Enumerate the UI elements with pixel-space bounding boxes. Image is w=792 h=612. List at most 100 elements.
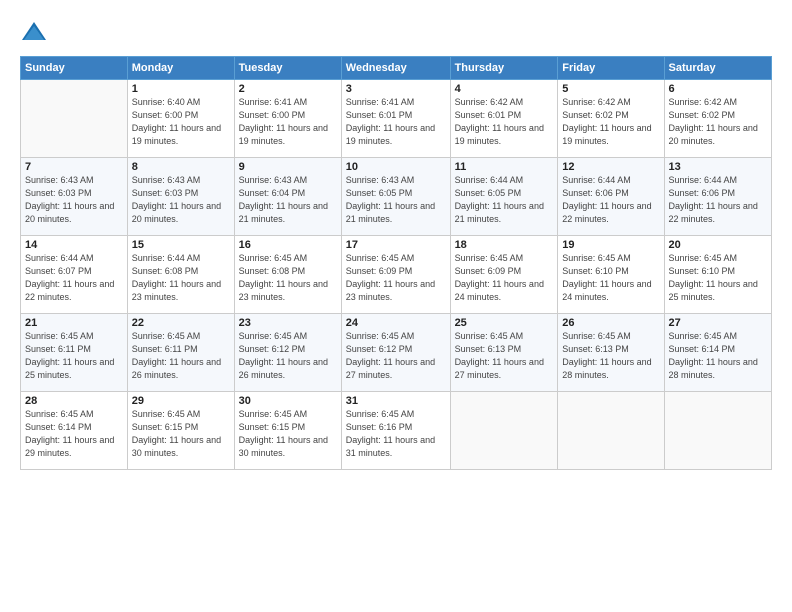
- calendar-cell: 8Sunrise: 6:43 AM Sunset: 6:03 PM Daylig…: [127, 158, 234, 236]
- day-number: 27: [669, 317, 767, 329]
- calendar-cell: 29Sunrise: 6:45 AM Sunset: 6:15 PM Dayli…: [127, 392, 234, 470]
- calendar-week-row: 14Sunrise: 6:44 AM Sunset: 6:07 PM Dayli…: [21, 236, 772, 314]
- day-info: Sunrise: 6:45 AM Sunset: 6:10 PM Dayligh…: [562, 252, 659, 304]
- day-number: 9: [239, 161, 337, 173]
- calendar-cell: 3Sunrise: 6:41 AM Sunset: 6:01 PM Daylig…: [341, 80, 450, 158]
- day-number: 30: [239, 395, 337, 407]
- day-info: Sunrise: 6:43 AM Sunset: 6:05 PM Dayligh…: [346, 174, 446, 226]
- calendar-cell: 23Sunrise: 6:45 AM Sunset: 6:12 PM Dayli…: [234, 314, 341, 392]
- calendar-header-wednesday: Wednesday: [341, 57, 450, 80]
- day-number: 16: [239, 239, 337, 251]
- day-number: 4: [455, 83, 554, 95]
- day-info: Sunrise: 6:45 AM Sunset: 6:14 PM Dayligh…: [669, 330, 767, 382]
- calendar-week-row: 1Sunrise: 6:40 AM Sunset: 6:00 PM Daylig…: [21, 80, 772, 158]
- day-info: Sunrise: 6:45 AM Sunset: 6:10 PM Dayligh…: [669, 252, 767, 304]
- calendar-cell: 11Sunrise: 6:44 AM Sunset: 6:05 PM Dayli…: [450, 158, 558, 236]
- day-number: 25: [455, 317, 554, 329]
- day-number: 24: [346, 317, 446, 329]
- day-number: 3: [346, 83, 446, 95]
- calendar-week-row: 7Sunrise: 6:43 AM Sunset: 6:03 PM Daylig…: [21, 158, 772, 236]
- page: SundayMondayTuesdayWednesdayThursdayFrid…: [0, 0, 792, 612]
- day-number: 17: [346, 239, 446, 251]
- calendar-header-sunday: Sunday: [21, 57, 128, 80]
- day-number: 22: [132, 317, 230, 329]
- day-number: 7: [25, 161, 123, 173]
- day-info: Sunrise: 6:45 AM Sunset: 6:12 PM Dayligh…: [239, 330, 337, 382]
- calendar-cell: 21Sunrise: 6:45 AM Sunset: 6:11 PM Dayli…: [21, 314, 128, 392]
- day-info: Sunrise: 6:42 AM Sunset: 6:01 PM Dayligh…: [455, 96, 554, 148]
- calendar-header-thursday: Thursday: [450, 57, 558, 80]
- day-info: Sunrise: 6:41 AM Sunset: 6:00 PM Dayligh…: [239, 96, 337, 148]
- day-number: 10: [346, 161, 446, 173]
- calendar-header-friday: Friday: [558, 57, 664, 80]
- calendar-week-row: 28Sunrise: 6:45 AM Sunset: 6:14 PM Dayli…: [21, 392, 772, 470]
- day-number: 5: [562, 83, 659, 95]
- calendar-cell: [558, 392, 664, 470]
- calendar-cell: 30Sunrise: 6:45 AM Sunset: 6:15 PM Dayli…: [234, 392, 341, 470]
- calendar-cell: [21, 80, 128, 158]
- calendar-cell: 16Sunrise: 6:45 AM Sunset: 6:08 PM Dayli…: [234, 236, 341, 314]
- calendar-cell: 5Sunrise: 6:42 AM Sunset: 6:02 PM Daylig…: [558, 80, 664, 158]
- calendar-cell: [664, 392, 771, 470]
- calendar-cell: 27Sunrise: 6:45 AM Sunset: 6:14 PM Dayli…: [664, 314, 771, 392]
- calendar-cell: 15Sunrise: 6:44 AM Sunset: 6:08 PM Dayli…: [127, 236, 234, 314]
- day-info: Sunrise: 6:45 AM Sunset: 6:09 PM Dayligh…: [455, 252, 554, 304]
- day-info: Sunrise: 6:45 AM Sunset: 6:11 PM Dayligh…: [132, 330, 230, 382]
- day-info: Sunrise: 6:44 AM Sunset: 6:07 PM Dayligh…: [25, 252, 123, 304]
- day-info: Sunrise: 6:43 AM Sunset: 6:03 PM Dayligh…: [25, 174, 123, 226]
- calendar-cell: 19Sunrise: 6:45 AM Sunset: 6:10 PM Dayli…: [558, 236, 664, 314]
- calendar-cell: 22Sunrise: 6:45 AM Sunset: 6:11 PM Dayli…: [127, 314, 234, 392]
- day-number: 14: [25, 239, 123, 251]
- calendar-cell: 28Sunrise: 6:45 AM Sunset: 6:14 PM Dayli…: [21, 392, 128, 470]
- day-number: 15: [132, 239, 230, 251]
- day-info: Sunrise: 6:42 AM Sunset: 6:02 PM Dayligh…: [669, 96, 767, 148]
- calendar-header-monday: Monday: [127, 57, 234, 80]
- calendar-cell: 17Sunrise: 6:45 AM Sunset: 6:09 PM Dayli…: [341, 236, 450, 314]
- day-info: Sunrise: 6:45 AM Sunset: 6:09 PM Dayligh…: [346, 252, 446, 304]
- day-number: 12: [562, 161, 659, 173]
- day-number: 23: [239, 317, 337, 329]
- calendar-cell: 12Sunrise: 6:44 AM Sunset: 6:06 PM Dayli…: [558, 158, 664, 236]
- calendar-cell: 13Sunrise: 6:44 AM Sunset: 6:06 PM Dayli…: [664, 158, 771, 236]
- calendar-cell: 7Sunrise: 6:43 AM Sunset: 6:03 PM Daylig…: [21, 158, 128, 236]
- day-number: 8: [132, 161, 230, 173]
- calendar-cell: 9Sunrise: 6:43 AM Sunset: 6:04 PM Daylig…: [234, 158, 341, 236]
- day-info: Sunrise: 6:45 AM Sunset: 6:11 PM Dayligh…: [25, 330, 123, 382]
- day-info: Sunrise: 6:45 AM Sunset: 6:13 PM Dayligh…: [562, 330, 659, 382]
- calendar-table: SundayMondayTuesdayWednesdayThursdayFrid…: [20, 56, 772, 470]
- calendar-cell: 24Sunrise: 6:45 AM Sunset: 6:12 PM Dayli…: [341, 314, 450, 392]
- day-info: Sunrise: 6:40 AM Sunset: 6:00 PM Dayligh…: [132, 96, 230, 148]
- calendar-header-tuesday: Tuesday: [234, 57, 341, 80]
- calendar-header-saturday: Saturday: [664, 57, 771, 80]
- day-info: Sunrise: 6:45 AM Sunset: 6:12 PM Dayligh…: [346, 330, 446, 382]
- day-number: 29: [132, 395, 230, 407]
- day-number: 31: [346, 395, 446, 407]
- day-number: 20: [669, 239, 767, 251]
- day-info: Sunrise: 6:45 AM Sunset: 6:15 PM Dayligh…: [239, 408, 337, 460]
- day-info: Sunrise: 6:45 AM Sunset: 6:15 PM Dayligh…: [132, 408, 230, 460]
- day-info: Sunrise: 6:45 AM Sunset: 6:16 PM Dayligh…: [346, 408, 446, 460]
- day-info: Sunrise: 6:44 AM Sunset: 6:06 PM Dayligh…: [669, 174, 767, 226]
- calendar-week-row: 21Sunrise: 6:45 AM Sunset: 6:11 PM Dayli…: [21, 314, 772, 392]
- logo-icon: [20, 18, 48, 46]
- day-info: Sunrise: 6:41 AM Sunset: 6:01 PM Dayligh…: [346, 96, 446, 148]
- day-info: Sunrise: 6:45 AM Sunset: 6:14 PM Dayligh…: [25, 408, 123, 460]
- calendar-cell: 31Sunrise: 6:45 AM Sunset: 6:16 PM Dayli…: [341, 392, 450, 470]
- day-info: Sunrise: 6:43 AM Sunset: 6:04 PM Dayligh…: [239, 174, 337, 226]
- calendar-cell: 10Sunrise: 6:43 AM Sunset: 6:05 PM Dayli…: [341, 158, 450, 236]
- header: [20, 18, 772, 46]
- day-info: Sunrise: 6:44 AM Sunset: 6:06 PM Dayligh…: [562, 174, 659, 226]
- day-info: Sunrise: 6:44 AM Sunset: 6:05 PM Dayligh…: [455, 174, 554, 226]
- day-number: 26: [562, 317, 659, 329]
- day-number: 1: [132, 83, 230, 95]
- day-info: Sunrise: 6:42 AM Sunset: 6:02 PM Dayligh…: [562, 96, 659, 148]
- calendar-cell: 20Sunrise: 6:45 AM Sunset: 6:10 PM Dayli…: [664, 236, 771, 314]
- day-info: Sunrise: 6:45 AM Sunset: 6:08 PM Dayligh…: [239, 252, 337, 304]
- day-number: 11: [455, 161, 554, 173]
- day-number: 18: [455, 239, 554, 251]
- calendar-cell: 4Sunrise: 6:42 AM Sunset: 6:01 PM Daylig…: [450, 80, 558, 158]
- day-info: Sunrise: 6:45 AM Sunset: 6:13 PM Dayligh…: [455, 330, 554, 382]
- calendar-cell: 25Sunrise: 6:45 AM Sunset: 6:13 PM Dayli…: [450, 314, 558, 392]
- logo: [20, 18, 54, 46]
- calendar-cell: 6Sunrise: 6:42 AM Sunset: 6:02 PM Daylig…: [664, 80, 771, 158]
